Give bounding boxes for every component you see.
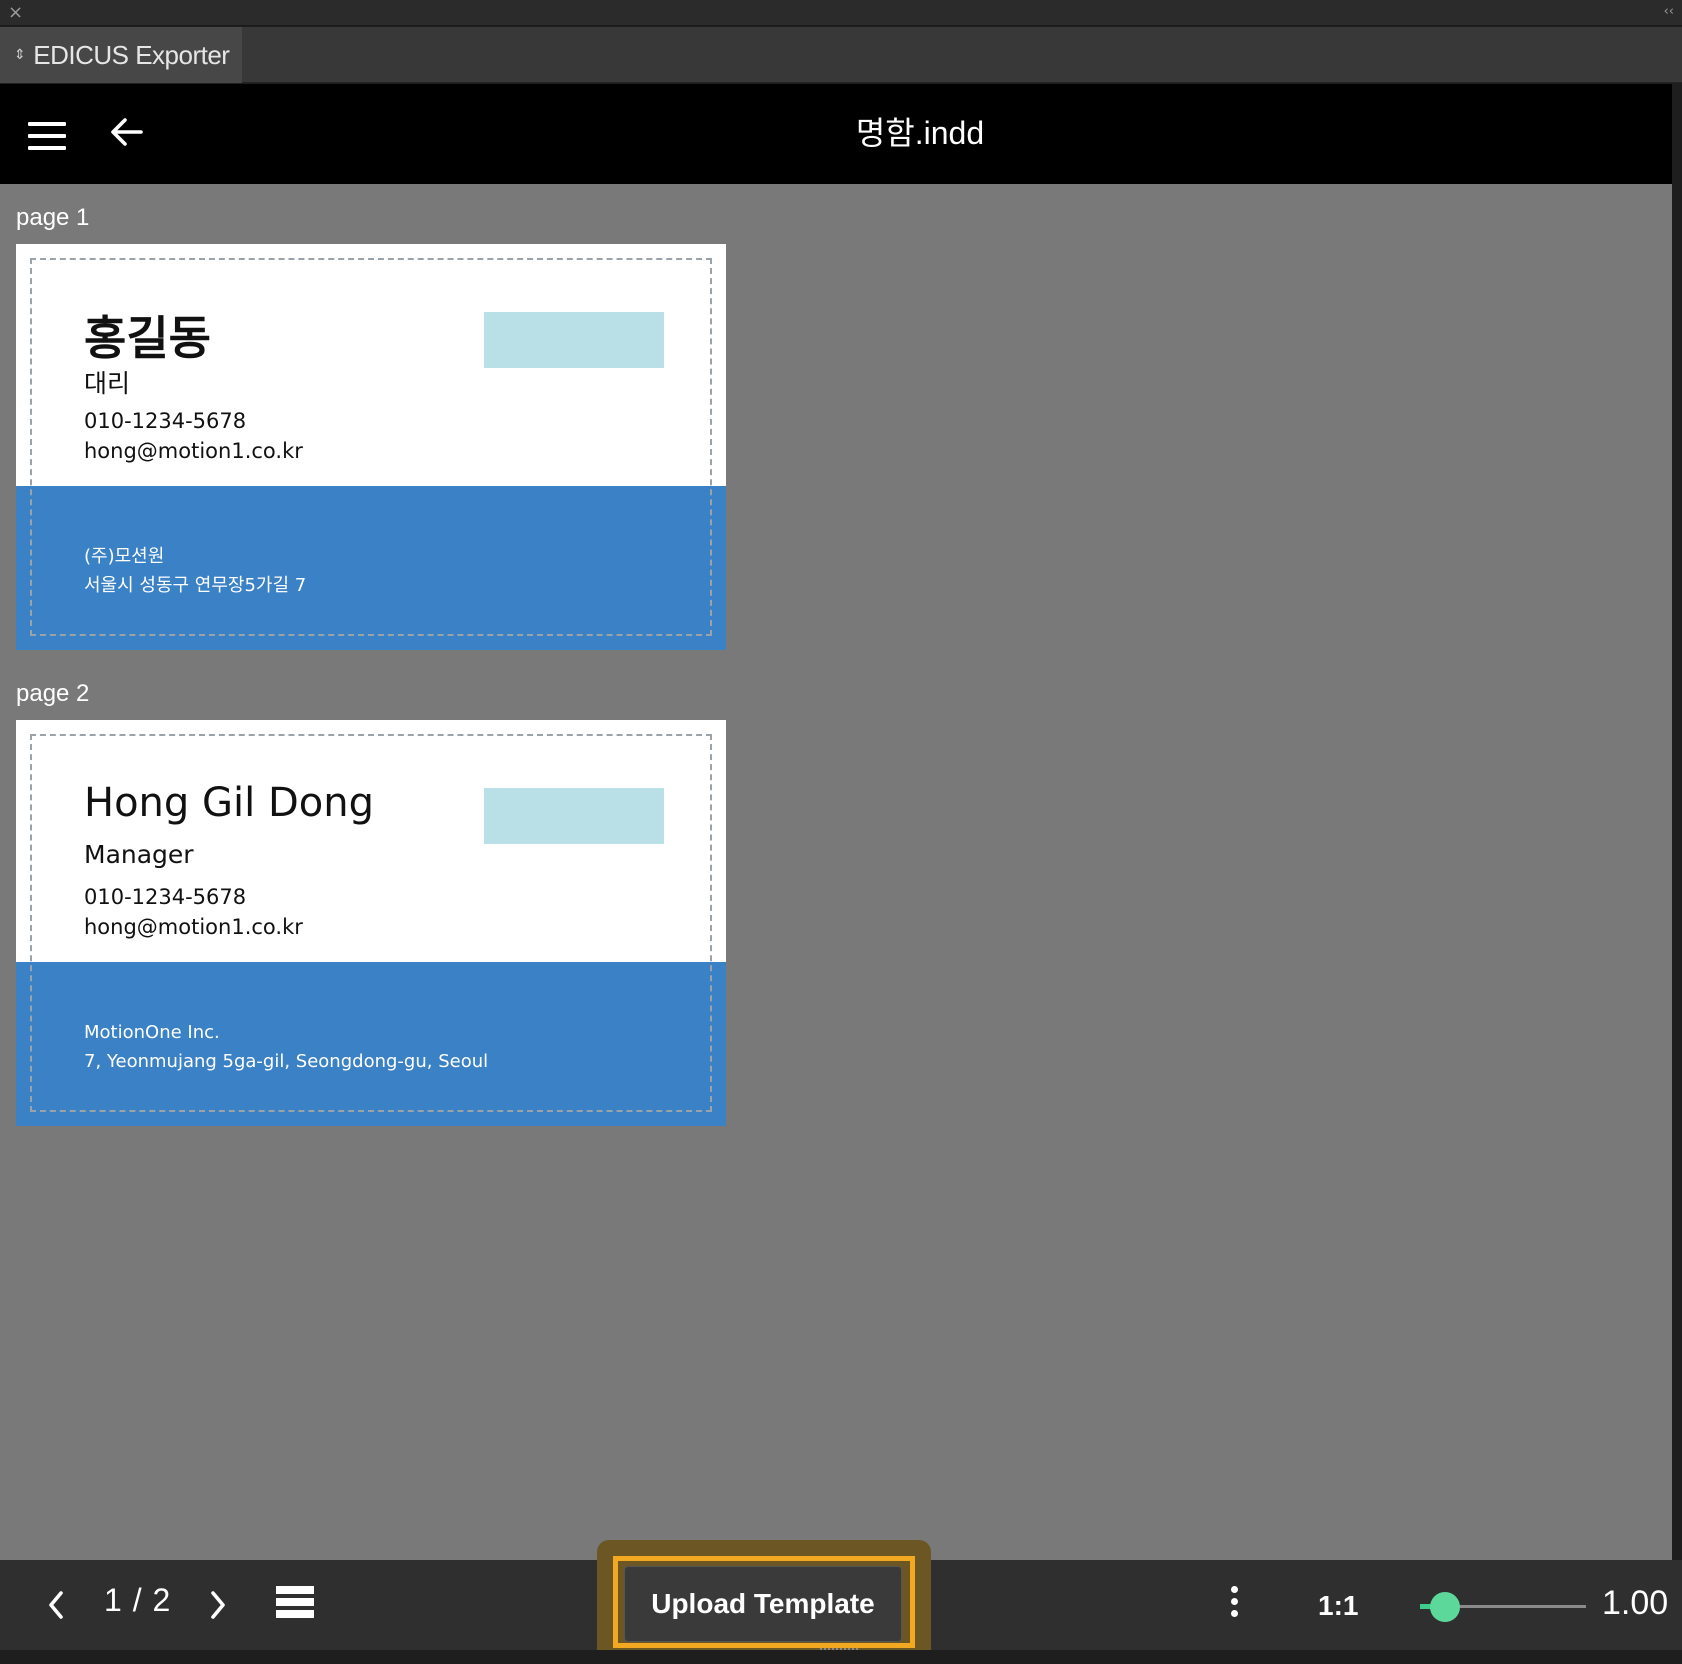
panel-edge xyxy=(1672,84,1682,1650)
panel-bottom-edge xyxy=(0,1650,1682,1664)
card-address: 서울시 성동구 연무장5가길 7 xyxy=(84,575,307,596)
next-page-icon[interactable] xyxy=(206,1588,230,1622)
card-address: 7, Yeonmujang 5ga-gil, Seongdong-gu, Seo… xyxy=(84,1051,489,1072)
upload-template-button[interactable]: Upload Template xyxy=(624,1566,902,1642)
panel-close-strip: × ‹‹ xyxy=(0,0,1682,26)
app-header: 명함.indd xyxy=(0,84,1682,184)
card-email: hong@motion1.co.kr xyxy=(84,439,303,463)
page-indicator: 1 / 2 xyxy=(104,1582,172,1618)
document-title: 명함.indd xyxy=(855,115,985,151)
previous-page-icon[interactable] xyxy=(44,1588,68,1622)
zoom-value: 1.00 xyxy=(1602,1584,1669,1622)
card-email: hong@motion1.co.kr xyxy=(84,915,303,939)
page-label: page 2 xyxy=(16,680,90,707)
card-phone: 010-1234-5678 xyxy=(84,885,247,909)
more-options-icon[interactable] xyxy=(1228,1586,1240,1626)
actual-size-button[interactable]: 1:1 xyxy=(1318,1590,1358,1622)
panel-tab-bar: ⇕ EDICUS Exporter xyxy=(0,27,1682,83)
card-phone: 010-1234-5678 xyxy=(84,409,247,433)
business-card-page-2[interactable]: Hong Gil Dong Manager 010-1234-5678 hong… xyxy=(16,720,726,1126)
panel-tab-edicus-exporter[interactable]: ⇕ EDICUS Exporter xyxy=(0,27,242,83)
page-list-icon[interactable] xyxy=(276,1586,314,1622)
panel-tab-label: EDICUS Exporter xyxy=(33,39,230,70)
collapse-panel-icon[interactable]: ‹‹ xyxy=(1664,4,1674,19)
card-role: Manager xyxy=(84,840,194,869)
logo-placeholder xyxy=(484,788,664,844)
card-role: 대리 xyxy=(84,369,131,398)
zoom-slider-thumb[interactable] xyxy=(1429,1592,1460,1622)
card-company: (주)모션원 xyxy=(84,546,165,567)
preview-area: page 1 홍길동 대리 010-1234-5678 hong@motion1… xyxy=(0,184,1682,1560)
card-company: MotionOne Inc. xyxy=(84,1022,220,1043)
page-label: page 1 xyxy=(16,204,90,231)
updown-icon: ⇕ xyxy=(14,47,26,63)
card-name: 홍길동 xyxy=(84,311,211,365)
close-icon[interactable]: × xyxy=(8,3,23,23)
bottom-toolbar: 1 / 2 Upload Template 1:1 1.00 xyxy=(0,1540,1682,1664)
logo-placeholder xyxy=(484,312,664,368)
business-card-page-1[interactable]: 홍길동 대리 010-1234-5678 hong@motion1.co.kr … xyxy=(16,244,726,650)
card-name: Hong Gil Dong xyxy=(84,780,374,826)
